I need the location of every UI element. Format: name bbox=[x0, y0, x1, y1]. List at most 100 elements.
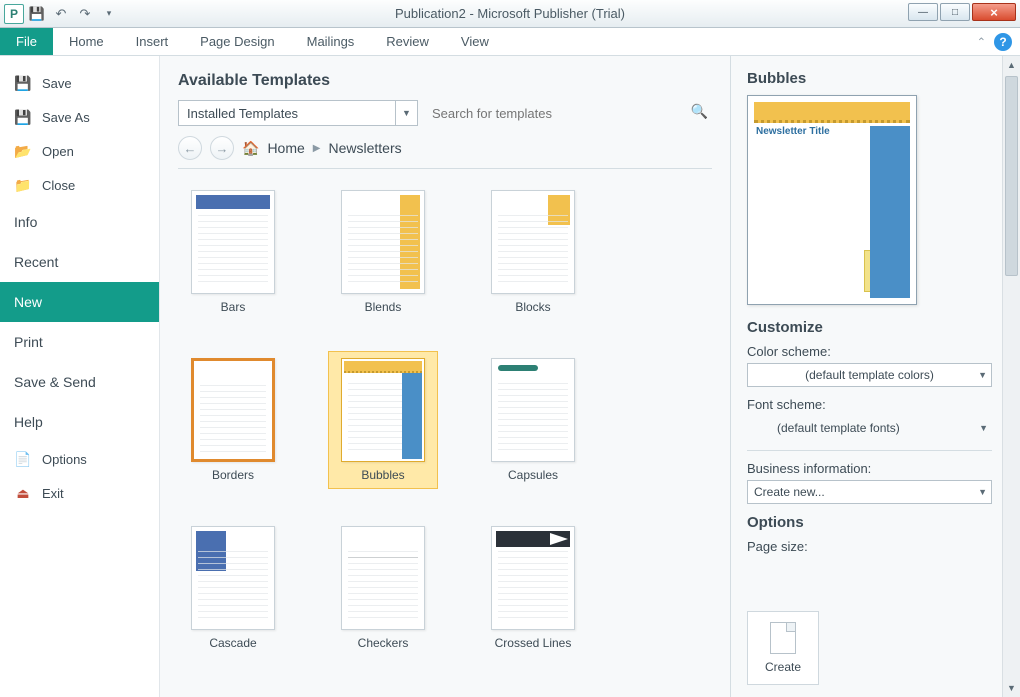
options-icon: 📄 bbox=[14, 450, 32, 468]
nav-help[interactable]: Help bbox=[0, 402, 159, 442]
qat-customize-icon[interactable]: ▾ bbox=[98, 3, 120, 25]
template-borders[interactable]: Borders bbox=[178, 351, 288, 489]
template-crossed-lines[interactable]: Crossed Lines bbox=[478, 519, 588, 657]
divider bbox=[747, 450, 992, 451]
template-bars[interactable]: Bars bbox=[178, 183, 288, 321]
options-heading: Options bbox=[747, 514, 992, 531]
color-scheme-dropdown[interactable]: (default template colors)▼ bbox=[747, 363, 992, 387]
nav-close-label: Close bbox=[42, 178, 75, 193]
ribbon-tabs: File Home Insert Page Design Mailings Re… bbox=[0, 28, 1020, 56]
help-icon[interactable]: ? bbox=[994, 33, 1012, 51]
scroll-down-icon[interactable]: ▼ bbox=[1003, 679, 1020, 697]
business-info-value: Create new... bbox=[754, 485, 825, 499]
template-blends-label: Blends bbox=[365, 300, 402, 314]
template-cascade[interactable]: Cascade bbox=[178, 519, 288, 657]
maximize-button[interactable]: □ bbox=[940, 3, 970, 21]
search-input[interactable] bbox=[426, 100, 712, 126]
breadcrumb-newsletters[interactable]: Newsletters bbox=[329, 140, 402, 156]
template-crossed-lines-label: Crossed Lines bbox=[495, 636, 572, 650]
chevron-down-icon: ▼ bbox=[978, 487, 987, 497]
nav-close[interactable]: 📁 Close bbox=[0, 168, 159, 202]
nav-new-label: New bbox=[14, 294, 42, 310]
nav-options[interactable]: 📄 Options bbox=[0, 442, 159, 476]
scroll-up-icon[interactable]: ▲ bbox=[1003, 56, 1020, 74]
template-bubbles[interactable]: Bubbles bbox=[328, 351, 438, 489]
business-info-label: Business information: bbox=[747, 461, 992, 476]
nav-open[interactable]: 📂Open bbox=[0, 134, 159, 168]
template-borders-label: Borders bbox=[212, 468, 254, 482]
template-grid: Bars Blends Blocks Borders Bubbles Capsu… bbox=[178, 179, 712, 659]
template-blocks[interactable]: Blocks bbox=[478, 183, 588, 321]
template-capsules[interactable]: Capsules bbox=[478, 351, 588, 489]
nav-new[interactable]: New bbox=[0, 282, 159, 322]
exit-icon: ⏏ bbox=[14, 484, 32, 502]
app-letter: P bbox=[10, 7, 18, 21]
preview-title: Newsletter Title bbox=[756, 126, 830, 137]
template-capsules-label: Capsules bbox=[508, 468, 558, 482]
breadcrumb-home[interactable]: Home bbox=[267, 140, 304, 156]
template-checkers[interactable]: Checkers bbox=[328, 519, 438, 657]
template-blocks-label: Blocks bbox=[515, 300, 550, 314]
font-scheme-label: Font scheme: bbox=[747, 397, 992, 412]
template-source-dropdown[interactable]: Installed Templates ▼ bbox=[178, 100, 418, 126]
qat-redo-icon[interactable]: ↷ bbox=[74, 3, 96, 25]
qat-save-icon[interactable]: 💾 bbox=[26, 3, 48, 25]
tab-insert[interactable]: Insert bbox=[120, 28, 185, 55]
breadcrumb-forward-button[interactable]: → bbox=[210, 136, 234, 160]
tab-page-design[interactable]: Page Design bbox=[184, 28, 290, 55]
backstage: 💾Save 💾Save As 📂Open 📁Close Info Recent … bbox=[0, 56, 1020, 697]
template-bubbles-label: Bubbles bbox=[361, 468, 404, 482]
nav-save-send-label: Save & Send bbox=[14, 374, 96, 390]
color-scheme-value: (default template colors) bbox=[805, 368, 934, 382]
filter-row: Installed Templates ▼ 🔍 bbox=[178, 100, 712, 126]
create-button[interactable]: Create bbox=[747, 611, 819, 685]
scrollbar[interactable]: ▲ ▼ bbox=[1002, 56, 1020, 697]
nav-save-label: Save bbox=[42, 76, 72, 91]
template-blends[interactable]: Blends bbox=[328, 183, 438, 321]
title-bar: P 💾 ↶ ↷ ▾ Publication2 - Microsoft Publi… bbox=[0, 0, 1020, 28]
nav-save-as[interactable]: 💾Save As bbox=[0, 100, 159, 134]
template-detail-pane: Bubbles Newsletter Title Customize Color… bbox=[730, 56, 1020, 697]
template-cascade-label: Cascade bbox=[209, 636, 256, 650]
divider bbox=[178, 168, 712, 169]
nav-print[interactable]: Print bbox=[0, 322, 159, 362]
template-bars-label: Bars bbox=[221, 300, 246, 314]
business-info-dropdown[interactable]: Create new... ▼ bbox=[747, 480, 992, 504]
page-size-label: Page size: bbox=[747, 539, 992, 554]
quick-access-toolbar: P 💾 ↶ ↷ ▾ bbox=[0, 3, 120, 25]
search-icon[interactable]: 🔍 bbox=[691, 103, 708, 120]
nav-recent[interactable]: Recent bbox=[0, 242, 159, 282]
chevron-right-icon: ▶ bbox=[313, 143, 321, 154]
nav-exit-label: Exit bbox=[42, 486, 64, 501]
chevron-down-icon: ▼ bbox=[979, 423, 988, 433]
window-controls: — □ × bbox=[908, 3, 1016, 21]
nav-info-label: Info bbox=[14, 214, 37, 230]
template-checkers-label: Checkers bbox=[358, 636, 409, 650]
font-scheme-dropdown[interactable]: (default template fonts)▼ bbox=[747, 416, 992, 440]
nav-help-label: Help bbox=[14, 414, 43, 430]
tab-review[interactable]: Review bbox=[370, 28, 445, 55]
tab-view[interactable]: View bbox=[445, 28, 505, 55]
tab-mailings[interactable]: Mailings bbox=[291, 28, 371, 55]
customize-heading: Customize bbox=[747, 319, 992, 336]
window-title: Publication2 - Microsoft Publisher (Tria… bbox=[0, 6, 1020, 21]
app-icon[interactable]: P bbox=[4, 4, 24, 24]
tab-file[interactable]: File bbox=[0, 28, 53, 55]
close-window-button[interactable]: × bbox=[972, 3, 1016, 21]
scroll-thumb[interactable] bbox=[1005, 76, 1018, 276]
minimize-ribbon-icon[interactable]: ⌃ bbox=[977, 35, 986, 48]
minimize-button[interactable]: — bbox=[908, 3, 938, 21]
new-document-icon bbox=[770, 622, 796, 654]
nav-exit[interactable]: ⏏ Exit bbox=[0, 476, 159, 510]
available-templates-heading: Available Templates bbox=[178, 72, 712, 90]
tab-home[interactable]: Home bbox=[53, 28, 120, 55]
qat-undo-icon[interactable]: ↶ bbox=[50, 3, 72, 25]
nav-info[interactable]: Info bbox=[0, 202, 159, 242]
nav-options-label: Options bbox=[42, 452, 87, 467]
breadcrumb-back-button[interactable]: ← bbox=[178, 136, 202, 160]
nav-print-label: Print bbox=[14, 334, 43, 350]
template-gallery: Available Templates Installed Templates … bbox=[160, 56, 730, 697]
nav-save[interactable]: 💾Save bbox=[0, 66, 159, 100]
nav-save-send[interactable]: Save & Send bbox=[0, 362, 159, 402]
close-file-icon: 📁 bbox=[14, 176, 32, 194]
